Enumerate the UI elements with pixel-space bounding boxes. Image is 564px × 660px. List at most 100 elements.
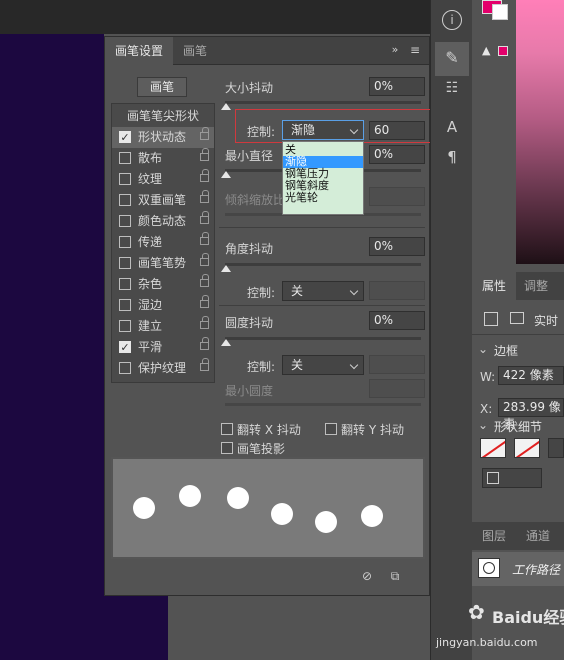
list-item[interactable]: 画笔笔势 xyxy=(112,253,214,274)
list-item[interactable]: 纹理 xyxy=(112,169,214,190)
gamut-color-swatch[interactable] xyxy=(498,46,508,56)
list-item-label: 保护纹理 xyxy=(138,361,187,375)
no-stroke-swatch[interactable] xyxy=(514,438,540,458)
fade-steps-field[interactable]: 60 xyxy=(369,121,425,140)
size-jitter-slider[interactable] xyxy=(225,101,421,104)
list-item-checkbox[interactable] xyxy=(119,320,131,332)
list-item[interactable]: ✓ 形状动态 xyxy=(112,127,214,148)
document-canvas-lower[interactable] xyxy=(104,596,168,660)
list-item[interactable]: 传递 xyxy=(112,232,214,253)
list-item-checkbox[interactable] xyxy=(119,194,131,206)
flip-x-checkbox[interactable] xyxy=(221,423,233,435)
panel-menu-icon[interactable]: ≡ xyxy=(407,43,423,59)
stroke-dot xyxy=(271,503,293,525)
stroke-width-field[interactable] xyxy=(548,438,564,458)
chevron-down-icon xyxy=(349,286,359,296)
tab-layers[interactable]: 图层 xyxy=(482,522,506,550)
realtime-label: 实时 xyxy=(534,314,559,328)
stroke-type-select[interactable] xyxy=(482,468,542,488)
list-item-checkbox[interactable] xyxy=(119,152,131,164)
angle-jitter-slider[interactable] xyxy=(225,263,421,266)
size-jitter-thumb[interactable] xyxy=(221,103,231,110)
roundness-jitter-thumb[interactable] xyxy=(221,339,231,346)
list-item-checkbox[interactable] xyxy=(119,173,131,185)
tab-channels[interactable]: 通道 xyxy=(526,522,550,550)
min-diameter-thumb[interactable] xyxy=(221,171,231,178)
transform-icon[interactable] xyxy=(484,312,498,326)
lock-icon[interactable] xyxy=(200,295,209,308)
icon-tool-strip: i ✎ ☷ A ¶ xyxy=(430,0,472,660)
list-item[interactable]: 建立 xyxy=(112,316,214,337)
chevron-down-icon[interactable]: ⌄ xyxy=(478,342,488,356)
list-item-checkbox[interactable] xyxy=(119,215,131,227)
roundness-control-select[interactable]: 关 xyxy=(282,355,364,375)
character-icon[interactable]: A xyxy=(443,118,461,136)
list-item[interactable]: ✓ 平滑 xyxy=(112,337,214,358)
size-jitter-field[interactable]: 0% xyxy=(369,77,425,96)
flip-y-checkbox[interactable] xyxy=(325,423,337,435)
list-item-label: 平滑 xyxy=(138,340,163,354)
angle-jitter-thumb[interactable] xyxy=(221,265,231,272)
document-canvas[interactable] xyxy=(0,34,104,660)
list-item[interactable]: 散布 xyxy=(112,148,214,169)
angle-jitter-field[interactable]: 0% xyxy=(369,237,425,256)
width-field[interactable]: 422 像素 xyxy=(498,366,564,385)
list-item-checkbox[interactable]: ✓ xyxy=(119,341,131,354)
adjustments-icon[interactable]: ☷ xyxy=(443,80,461,98)
list-item-checkbox[interactable] xyxy=(119,278,131,290)
background-color-swatch[interactable] xyxy=(492,4,508,20)
list-item-checkbox[interactable] xyxy=(119,236,131,248)
brush-projection-checkbox[interactable] xyxy=(221,442,233,454)
dropdown-option[interactable]: 光笔轮 xyxy=(283,192,363,204)
warning-icon: ▲ xyxy=(482,44,491,57)
roundness-jitter-label: 圆度抖动 xyxy=(225,316,274,330)
list-item[interactable]: 杂色 xyxy=(112,274,214,295)
lock-icon[interactable] xyxy=(200,316,209,329)
tab-brush-settings[interactable]: 画笔设置 xyxy=(105,37,174,65)
list-item[interactable]: 双重画笔 xyxy=(112,190,214,211)
min-diameter-field[interactable]: 0% xyxy=(369,145,425,164)
new-preset-icon[interactable]: ⧉ xyxy=(387,569,403,585)
tab-brushes[interactable]: 画笔 xyxy=(173,37,217,65)
info-icon[interactable]: i xyxy=(442,10,462,30)
control-select[interactable]: 渐隐 xyxy=(282,120,364,140)
path-row[interactable]: 工作路径 xyxy=(472,552,564,586)
color-picker-field[interactable] xyxy=(516,0,564,264)
lock-icon[interactable] xyxy=(200,127,209,140)
roundness-jitter-field[interactable]: 0% xyxy=(369,311,425,330)
list-item-checkbox[interactable]: ✓ xyxy=(119,131,131,144)
lock-icon[interactable] xyxy=(200,232,209,245)
lock-icon[interactable] xyxy=(200,169,209,182)
list-item-checkbox[interactable] xyxy=(119,299,131,311)
lock-icon[interactable] xyxy=(200,211,209,224)
brush-preset-button[interactable]: 画笔 xyxy=(137,77,187,97)
list-item[interactable]: 颜色动态 xyxy=(112,211,214,232)
x-field[interactable]: 283.99 像素 xyxy=(498,398,564,431)
lock-icon[interactable] xyxy=(200,190,209,203)
list-item-checkbox[interactable] xyxy=(119,362,131,374)
lock-icon[interactable] xyxy=(200,148,209,161)
list-item[interactable]: 湿边 xyxy=(112,295,214,316)
tab-properties[interactable]: 属性 xyxy=(472,272,516,300)
brush-settings-toggle[interactable]: ✎ xyxy=(435,42,469,76)
chevron-down-icon[interactable]: ⌄ xyxy=(478,418,488,432)
no-fill-swatch[interactable] xyxy=(480,438,506,458)
paragraph-icon[interactable]: ¶ xyxy=(443,148,461,166)
roundness-jitter-slider[interactable] xyxy=(225,337,421,340)
collapse-icon[interactable]: » xyxy=(387,43,403,59)
list-item-checkbox[interactable] xyxy=(119,257,131,269)
watermark: ✿ Baidu经验 jingyan.baidu.com xyxy=(436,600,564,656)
lock-icon[interactable] xyxy=(200,253,209,266)
image-icon[interactable] xyxy=(510,312,524,324)
divider xyxy=(472,334,564,335)
brush-tip-shape-item[interactable]: 画笔笔尖形状 xyxy=(112,106,214,127)
canvas-top-bar xyxy=(0,0,430,34)
lock-icon[interactable] xyxy=(200,274,209,287)
workspace-background xyxy=(168,596,430,660)
eye-toggle-icon[interactable]: ⊘ xyxy=(357,569,377,585)
angle-control-select[interactable]: 关 xyxy=(282,281,364,301)
lock-icon[interactable] xyxy=(200,337,209,350)
list-item[interactable]: 保护纹理 xyxy=(112,358,214,379)
tab-adjustments[interactable]: 调整 xyxy=(524,272,548,300)
lock-icon[interactable] xyxy=(200,358,209,371)
